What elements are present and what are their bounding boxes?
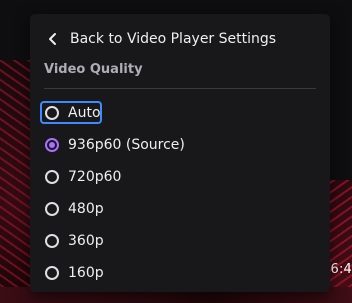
radio-icon[interactable]	[45, 202, 59, 216]
section-title: Video Quality	[44, 62, 143, 77]
option-label: 160p	[68, 265, 104, 281]
radio-icon[interactable]	[45, 266, 59, 280]
quality-option-360p[interactable]: 360p	[40, 225, 320, 257]
back-label: Back to Video Player Settings	[70, 31, 277, 47]
back-to-settings-button[interactable]: Back to Video Player Settings	[40, 24, 320, 54]
quality-option-160p[interactable]: 160p	[40, 257, 320, 289]
option-label: Auto	[68, 105, 101, 121]
quality-option-936p60-source[interactable]: 936p60 (Source)	[40, 129, 320, 161]
quality-options: Auto 936p60 (Source) 720p60 480p 360p 16…	[40, 97, 320, 289]
quality-option-auto[interactable]: Auto	[40, 97, 320, 129]
option-label: 480p	[68, 201, 104, 217]
radio-checked-icon[interactable]	[45, 138, 59, 152]
video-player-stage: 6:4 Back to Video Player Settings Video …	[0, 0, 352, 303]
radio-icon[interactable]	[45, 234, 59, 248]
radio-icon[interactable]	[45, 106, 59, 120]
quality-option-720p60[interactable]: 720p60	[40, 161, 320, 193]
playback-time: 6:4	[330, 262, 352, 277]
video-quality-menu: Back to Video Player Settings Video Qual…	[30, 14, 330, 292]
option-label: 360p	[68, 233, 104, 249]
radio-icon[interactable]	[45, 170, 59, 184]
quality-option-480p[interactable]: 480p	[40, 193, 320, 225]
option-label: 720p60	[68, 169, 122, 185]
option-label: 936p60 (Source)	[68, 137, 185, 153]
divider	[44, 88, 316, 89]
chevron-left-icon	[43, 29, 63, 49]
